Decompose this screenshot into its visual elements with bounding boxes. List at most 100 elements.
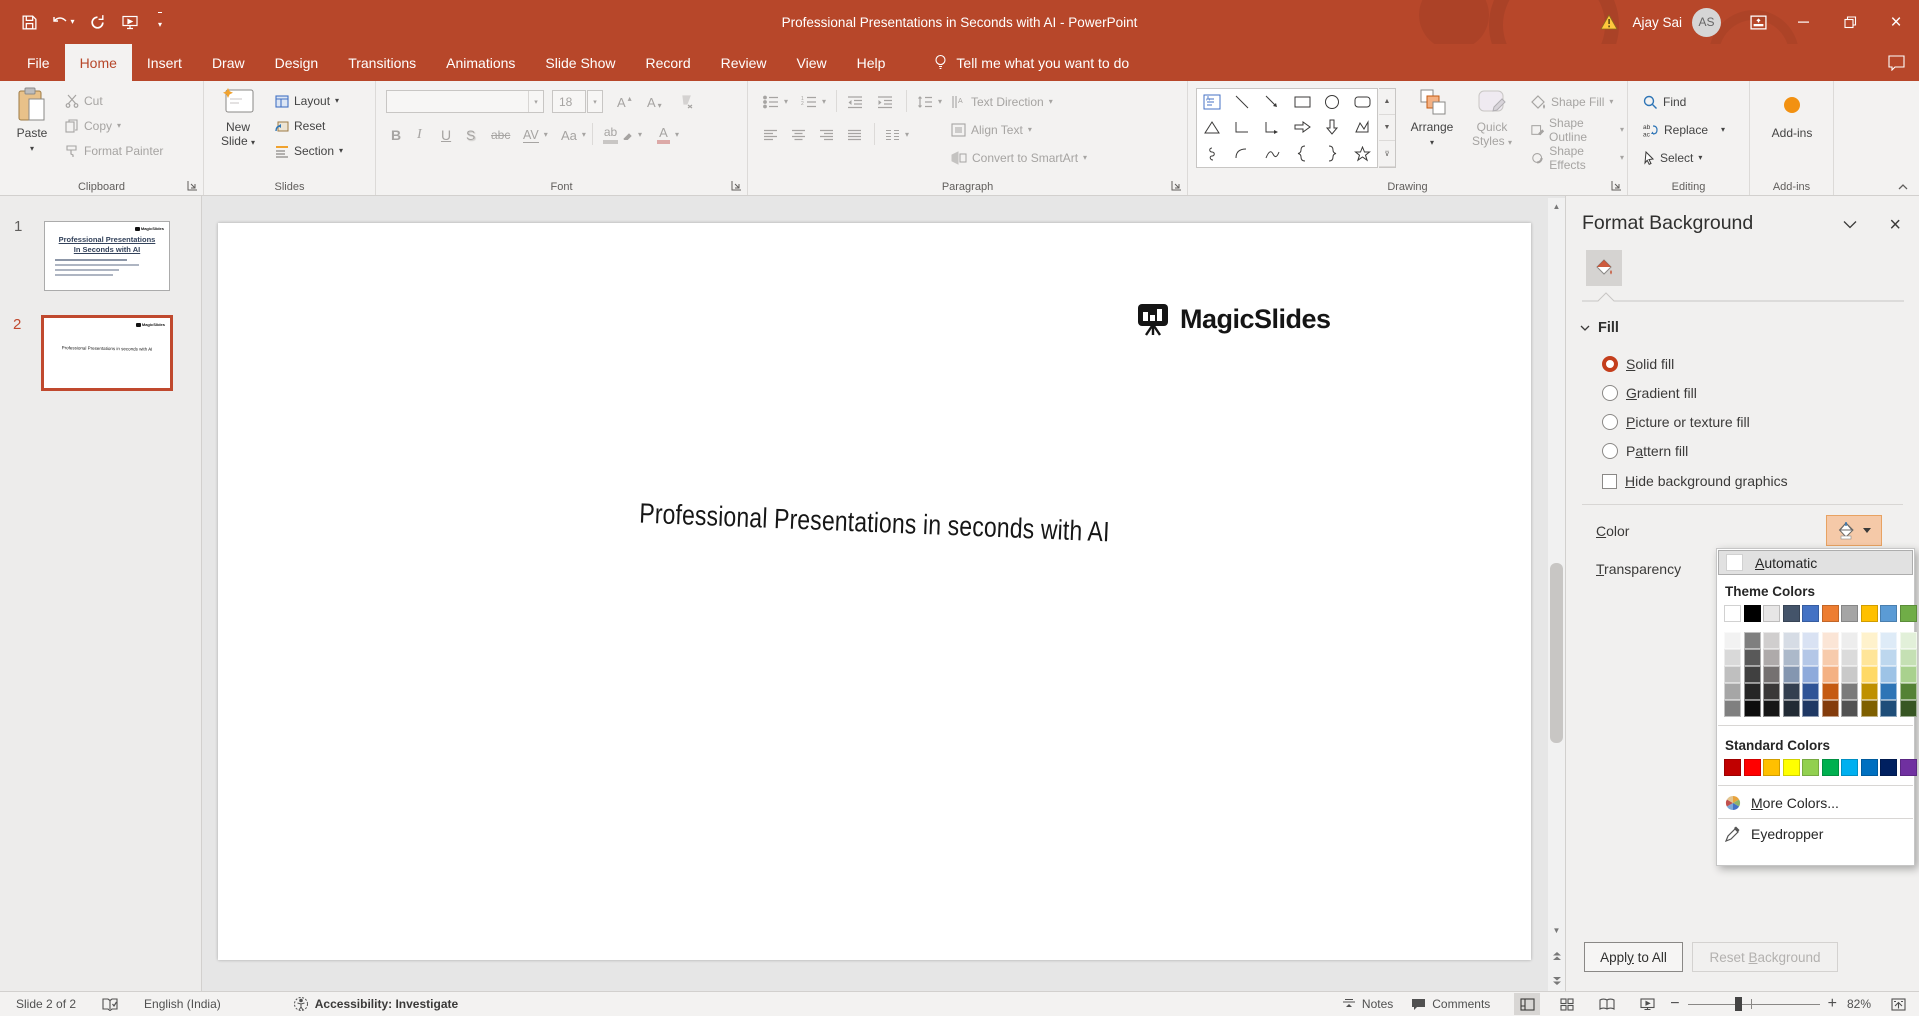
color-swatch[interactable] <box>1763 683 1780 700</box>
format-painter-button[interactable]: Format Painter <box>62 139 166 163</box>
slide-indicator[interactable]: Slide 2 of 2 <box>16 997 76 1011</box>
zoom-in-button[interactable]: + <box>1828 995 1837 1013</box>
numbering-button[interactable]: 12▾ <box>798 90 829 114</box>
more-colors-item[interactable]: More Colors... <box>1717 790 1914 816</box>
color-swatch[interactable] <box>1900 605 1917 622</box>
tab-transitions[interactable]: Transitions <box>333 44 431 81</box>
tab-file[interactable]: File <box>12 44 65 81</box>
color-swatch[interactable] <box>1822 605 1839 622</box>
color-swatch[interactable] <box>1861 683 1878 700</box>
font-dialog-launcher-icon[interactable] <box>731 180 743 192</box>
color-swatch[interactable] <box>1822 700 1839 717</box>
slide-1-thumbnail[interactable]: MagicSlides Professional PresentationsIn… <box>44 221 170 291</box>
canvas-scrollbar-thumb[interactable] <box>1550 563 1563 743</box>
find-button[interactable]: Find <box>1640 90 1689 114</box>
color-swatch[interactable] <box>1744 759 1761 776</box>
fill-section-header[interactable]: Fill <box>1580 320 1619 336</box>
bold-button[interactable]: B <box>388 123 404 147</box>
color-swatch[interactable] <box>1861 649 1878 666</box>
color-swatch[interactable] <box>1763 632 1780 649</box>
pane-close-icon[interactable]: × <box>1889 214 1901 237</box>
font-size-dropdown-chevron[interactable]: ▾ <box>587 90 603 113</box>
redo-icon[interactable] <box>82 7 112 37</box>
color-swatch[interactable] <box>1783 649 1800 666</box>
color-swatch[interactable] <box>1744 649 1761 666</box>
color-swatch[interactable] <box>1783 666 1800 683</box>
color-swatch[interactable] <box>1783 632 1800 649</box>
align-right-button[interactable] <box>816 123 837 147</box>
color-swatch[interactable] <box>1841 666 1858 683</box>
color-swatch[interactable] <box>1744 666 1761 683</box>
reset-background-button[interactable]: Reset Background <box>1692 942 1838 972</box>
shape-elbow-arrow-icon[interactable] <box>1264 120 1280 135</box>
color-swatch[interactable] <box>1802 605 1819 622</box>
change-case-button[interactable]: Aa▾ <box>558 123 589 147</box>
color-swatch[interactable] <box>1900 700 1917 717</box>
highlight-color-button[interactable]: ab ▾ <box>600 123 645 147</box>
color-swatch[interactable] <box>1783 759 1800 776</box>
color-swatch[interactable] <box>1880 683 1897 700</box>
color-swatch[interactable] <box>1802 683 1819 700</box>
color-swatch[interactable] <box>1763 666 1780 683</box>
color-swatch[interactable] <box>1880 649 1897 666</box>
tab-insert[interactable]: Insert <box>132 44 197 81</box>
shape-freeform-icon[interactable] <box>1354 120 1370 135</box>
color-swatch[interactable] <box>1744 683 1761 700</box>
color-swatch[interactable] <box>1861 632 1878 649</box>
color-swatch[interactable] <box>1880 700 1897 717</box>
decrease-font-size-button[interactable]: A▾ <box>644 90 665 114</box>
arrange-button[interactable]: Arrange▾ <box>1404 87 1460 149</box>
ribbon-display-options-icon[interactable] <box>1735 0 1781 44</box>
color-swatch[interactable] <box>1744 700 1761 717</box>
select-button[interactable]: Select▾ <box>1640 146 1705 170</box>
pattern-fill-radio[interactable] <box>1602 443 1618 459</box>
undo-icon[interactable]: ▾ <box>48 7 78 37</box>
previous-slide-button[interactable] <box>1548 947 1565 964</box>
color-swatch[interactable] <box>1841 649 1858 666</box>
automatic-color-item[interactable]: Automatic <box>1718 550 1913 575</box>
shape-triangle-icon[interactable] <box>1204 120 1220 135</box>
color-swatch[interactable] <box>1900 759 1917 776</box>
notes-toggle[interactable]: Notes <box>1342 997 1393 1011</box>
restore-button[interactable] <box>1827 0 1873 44</box>
slideshow-view-button[interactable] <box>1634 993 1660 1015</box>
reset-button[interactable]: Reset <box>272 114 328 138</box>
solid-fill-radio[interactable] <box>1602 356 1618 372</box>
color-swatch[interactable] <box>1841 632 1858 649</box>
color-swatch[interactable] <box>1744 605 1761 622</box>
font-size-combo[interactable]: 18 <box>552 90 586 113</box>
zoom-slider[interactable] <box>1688 997 1820 1011</box>
undo-dropdown-chevron[interactable]: ▾ <box>70 18 74 26</box>
canvas-scrollbar[interactable]: ▲ ▼ <box>1548 198 1565 991</box>
close-button[interactable]: × <box>1873 0 1919 44</box>
color-swatch[interactable] <box>1724 683 1741 700</box>
feedback-bubble-icon[interactable] <box>1888 44 1905 81</box>
text-direction-button[interactable]: A Text Direction▾ <box>948 90 1056 114</box>
save-icon[interactable] <box>14 7 44 37</box>
reading-view-button[interactable] <box>1594 993 1620 1015</box>
underline-button[interactable]: U <box>438 123 454 147</box>
color-swatch[interactable] <box>1880 666 1897 683</box>
color-swatch[interactable] <box>1822 649 1839 666</box>
clipboard-dialog-launcher-icon[interactable] <box>187 180 199 192</box>
tell-me-box[interactable]: Tell me what you want to do <box>934 44 1129 81</box>
color-swatch[interactable] <box>1900 666 1917 683</box>
color-swatch[interactable] <box>1841 605 1858 622</box>
shapes-gallery[interactable]: A <box>1196 88 1378 168</box>
color-swatch[interactable] <box>1880 632 1897 649</box>
pane-options-chevron-icon[interactable] <box>1843 220 1857 229</box>
color-swatch[interactable] <box>1841 759 1858 776</box>
addins-button[interactable]: Add-ins <box>1764 91 1820 141</box>
shape-effects-button[interactable]: Shape Effects▾ <box>1528 146 1627 170</box>
next-slide-button[interactable] <box>1548 972 1565 989</box>
shapes-scroll-down-icon[interactable]: ▼ <box>1379 115 1395 141</box>
slide-sorter-view-button[interactable] <box>1554 993 1580 1015</box>
color-swatch[interactable] <box>1880 605 1897 622</box>
color-swatch[interactable] <box>1841 683 1858 700</box>
color-swatch[interactable] <box>1763 649 1780 666</box>
color-swatch[interactable] <box>1724 649 1741 666</box>
columns-button[interactable]: ▾ <box>882 123 912 147</box>
increase-font-size-button[interactable]: A▴ <box>614 90 635 114</box>
color-swatch[interactable] <box>1861 666 1878 683</box>
color-swatch[interactable] <box>1822 666 1839 683</box>
